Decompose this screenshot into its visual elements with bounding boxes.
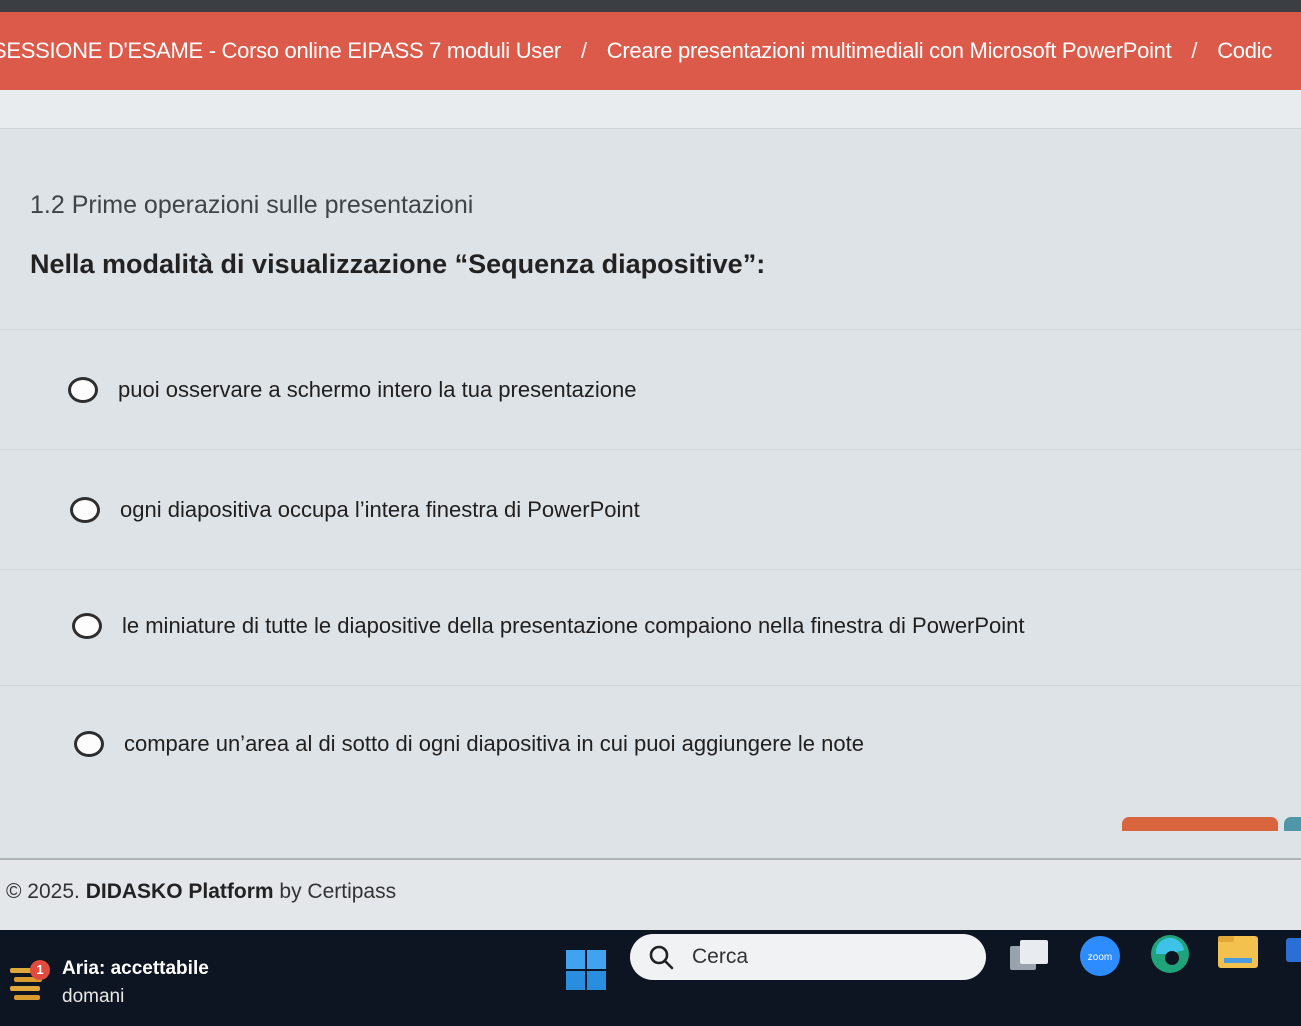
divider — [0, 449, 1301, 450]
edge-browser-icon[interactable] — [1148, 932, 1192, 976]
breadcrumb-item-module[interactable]: Creare presentazioni multimediali con Mi… — [607, 38, 1172, 64]
windows-taskbar: 1 Aria: accettabile domani Cerca zoom — [0, 930, 1301, 1026]
search-placeholder: Cerca — [692, 945, 749, 968]
answer-option-1[interactable]: puoi osservare a schermo intero la tua p… — [68, 377, 637, 403]
header-spacer — [0, 90, 1301, 130]
breadcrumb: SESSIONE D'ESAME - Corso online EIPASS 7… — [0, 12, 1301, 90]
question-text: Nella modalità di visualizzazione “Seque… — [30, 249, 766, 279]
answer-label: compare un’area al di sotto di ogni diap… — [124, 731, 864, 756]
question-card: 1.2 Prime operazioni sulle presentazioni… — [0, 128, 1301, 859]
answer-option-3[interactable]: le miniature di tutte le diapositive del… — [72, 613, 1025, 639]
brand-name[interactable]: DIDASKO Platform — [86, 880, 274, 903]
zoom-app-icon[interactable]: zoom — [1078, 934, 1122, 978]
answer-option-4[interactable]: compare un’area al di sotto di ogni diap… — [74, 731, 864, 757]
radio-button[interactable] — [74, 731, 104, 757]
section-title: 1.2 Prime operazioni sulle presentazioni — [30, 191, 474, 219]
answer-option-2[interactable]: ogni diapositiva occupa l’intera finestr… — [70, 497, 640, 523]
search-icon — [649, 945, 674, 970]
progress-segment-next — [1284, 817, 1301, 831]
file-explorer-icon[interactable] — [1216, 932, 1260, 972]
windows-start-icon[interactable] — [566, 950, 606, 990]
copyright-text: © 2025. — [6, 880, 80, 903]
weather-title[interactable]: Aria: accettabile — [62, 958, 209, 980]
progress-segment-done — [1122, 817, 1278, 831]
notification-badge: 1 — [30, 960, 50, 980]
radio-button[interactable] — [70, 497, 100, 523]
app-icon[interactable] — [1286, 938, 1301, 962]
card-border — [0, 858, 1301, 860]
divider — [0, 685, 1301, 686]
answer-label: ogni diapositiva occupa l’intera finestr… — [120, 497, 640, 522]
breadcrumb-separator: / — [1191, 38, 1198, 63]
radio-button[interactable] — [72, 613, 102, 639]
taskbar-search[interactable]: Cerca — [630, 934, 986, 980]
answer-label: le miniature di tutte le diapositive del… — [122, 613, 1025, 638]
breadcrumb-item-session[interactable]: SESSIONE D'ESAME - Corso online EIPASS 7… — [0, 38, 561, 64]
breadcrumb-separator: / — [580, 38, 587, 63]
breadcrumb-item-code[interactable]: Codic — [1217, 38, 1272, 64]
brand-suffix: by Certipass — [279, 880, 397, 903]
zoom-icon-label: zoom — [1088, 952, 1112, 963]
divider — [0, 569, 1301, 570]
answer-label: puoi osservare a schermo intero la tua p… — [118, 377, 637, 402]
radio-button[interactable] — [68, 377, 98, 403]
task-view-icon[interactable] — [1008, 938, 1050, 974]
footer: © 2025. DIDASKO Platform by Certipass — [6, 880, 396, 904]
divider — [0, 329, 1301, 330]
weather-subtitle[interactable]: domani — [62, 986, 124, 1008]
